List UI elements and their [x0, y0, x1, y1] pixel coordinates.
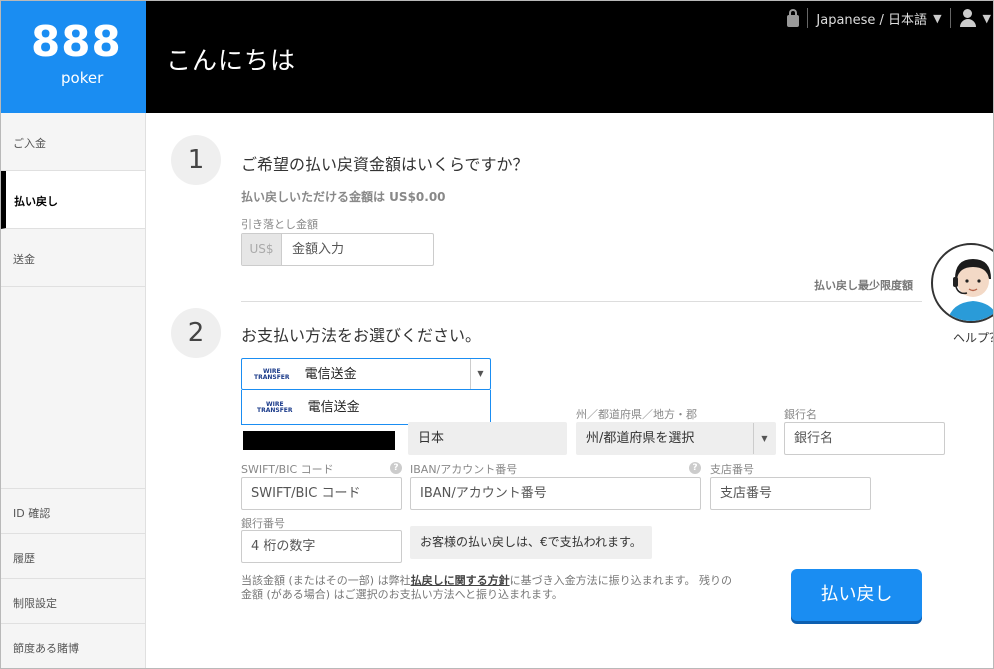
header-bar: こんにちは Japanese / 日本語 ▼ ▼	[146, 1, 993, 113]
step-1-badge: 1	[171, 135, 221, 185]
option-label: 電信送金	[307, 400, 360, 415]
chevron-down-icon: ▼	[933, 11, 942, 25]
withdraw-policy-link[interactable]: 払戻しに関する方針	[411, 574, 510, 587]
wire-transfer-logo: WIRE TRANSFER	[254, 367, 290, 381]
chevron-down-icon: ▼	[982, 11, 991, 25]
sidebar-item-withdraw[interactable]: 払い戻し	[1, 171, 145, 229]
user-icon	[959, 9, 977, 27]
step-1-title: ご希望の払い戻資金額はいくらですか？	[241, 155, 529, 174]
state-value: 州/都道府県を選択	[586, 431, 695, 446]
language-selector[interactable]: Japanese / 日本語 ▼	[816, 9, 941, 28]
sidebar: ご入金 払い戻し 送金 ID 確認 履歴 制限設定 節度ある賭博	[1, 113, 146, 668]
support-agent-icon	[947, 259, 993, 321]
lock-icon	[787, 8, 800, 27]
amount-input[interactable]: US$ 金額入力	[241, 233, 434, 266]
caret-down-icon: ▼	[753, 423, 775, 454]
sidebar-item-responsible-gaming[interactable]: 節度ある賭博	[1, 623, 145, 668]
sidebar-item-limits[interactable]: 制限設定	[1, 578, 145, 623]
disclaimer-text: に基づき入金方法に振り込まれます。 残りの	[509, 574, 732, 587]
step-2-title: お支払い方法をお選びください。	[241, 326, 482, 345]
swift-label: SWIFT/BIC コード	[241, 463, 334, 476]
bank-number-input[interactable]: 4 桁の数字	[241, 530, 402, 563]
branch-label: 支店番号	[710, 463, 754, 476]
greeting-text: こんにちは	[166, 46, 297, 75]
redacted-account-name	[243, 431, 395, 450]
divider	[807, 8, 809, 28]
help-question-icon[interactable]: ?	[390, 462, 402, 474]
sidebar-item-deposit[interactable]: ご入金	[1, 113, 145, 171]
disclaimer-text: 当該金額 (またはその一部) は弊社	[241, 574, 411, 587]
currency-note: お客様の払い戻しは、€で支払われます。	[410, 526, 652, 559]
disclaimer-text: 金額 (がある場合) はご選択のお支払い方法へと振り込まれます。	[241, 588, 563, 601]
state-label: 州／都道府県／地方・郡	[576, 408, 697, 421]
help-question-icon[interactable]: ?	[689, 462, 701, 474]
help-label: ヘルプ？	[953, 331, 993, 345]
cashier-window: 888 poker こんにちは Japanese / 日本語 ▼ ▼ ご入金 払…	[0, 0, 994, 669]
selected-method: 電信送金	[304, 366, 357, 382]
888poker-logo[interactable]: 888 poker	[1, 1, 146, 113]
bank-name-input[interactable]: 銀行名	[784, 422, 945, 455]
swift-input[interactable]: SWIFT/BIC コード	[241, 477, 402, 510]
bank-name-label: 銀行名	[784, 408, 817, 421]
withdraw-button[interactable]: 払い戻し	[791, 569, 922, 621]
help-widget[interactable]: ヘルプ？	[931, 243, 993, 345]
logo-poker: poker	[61, 69, 104, 87]
step-2-badge: 2	[171, 308, 221, 358]
state-select[interactable]: 州/都道府県を選択 ▼	[576, 422, 776, 455]
branch-input[interactable]: 支店番号	[710, 477, 871, 510]
sidebar-item-transfer[interactable]: 送金	[1, 229, 145, 287]
withdraw-disclaimer: 当該金額 (またはその一部) は弊社払戻しに関する方針に基づき入金方法に振り込ま…	[241, 574, 741, 602]
min-withdraw-link[interactable]: 払い戻し最少限度額	[814, 277, 913, 293]
divider	[949, 8, 951, 28]
iban-label: IBAN/アカウント番号	[410, 463, 518, 476]
user-menu[interactable]: ▼	[959, 9, 993, 27]
bank-number-label: 銀行番号	[241, 517, 285, 530]
available-amount: 払い戻しいただける金額は US$0.00	[241, 190, 446, 204]
caret-down-icon: ▼	[470, 359, 490, 389]
withdraw-panel: 1 ご希望の払い戻資金額はいくらですか？ 払い戻しいただける金額は US$0.0…	[146, 113, 993, 668]
header-controls: Japanese / 日本語 ▼ ▼	[787, 1, 993, 35]
section-divider	[241, 301, 922, 302]
currency-prefix: US$	[242, 234, 282, 265]
iban-input[interactable]: IBAN/アカウント番号	[410, 477, 701, 510]
amount-label: 引き落とし金額	[241, 218, 318, 231]
payment-method-option[interactable]: WIRE TRANSFER 電信送金	[241, 390, 491, 425]
sidebar-item-id-verify[interactable]: ID 確認	[1, 488, 145, 533]
payment-method-select[interactable]: WIRE TRANSFER 電信送金 ▼	[241, 358, 491, 390]
support-agent-avatar	[931, 243, 993, 323]
language-label: Japanese / 日本語	[816, 12, 928, 28]
logo-888: 888	[31, 17, 122, 66]
wire-transfer-logo: WIRE TRANSFER	[257, 400, 293, 414]
amount-placeholder: 金額入力	[292, 242, 345, 257]
sidebar-item-history[interactable]: 履歴	[1, 533, 145, 578]
country-field: 日本	[408, 422, 567, 455]
